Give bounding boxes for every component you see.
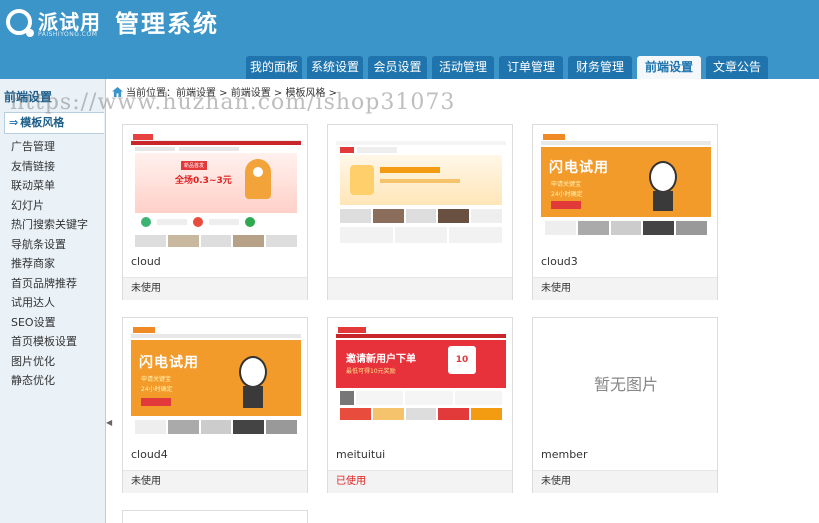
template-card[interactable]: [122, 510, 308, 523]
breadcrumb: 当前位置：前端设置 > 前端设置 > 模板风格 >: [112, 84, 337, 99]
flash-sub1: 申请关键宝: [141, 376, 172, 383]
template-status: 未使用: [533, 277, 717, 300]
app-title: 管理系统: [115, 10, 219, 38]
template-name: member: [541, 448, 588, 461]
arrow-right-icon: ⇒: [9, 116, 19, 129]
template-thumbnail: 闪电试用 申请关键宝 24小时确定: [541, 133, 711, 247]
template-thumbnail: 暂无图片: [541, 326, 711, 440]
flash-sub2: 24小时确定: [551, 191, 583, 198]
breadcrumb-text: 当前位置：前端设置 > 前端设置 > 模板风格 >: [126, 88, 338, 99]
template-card[interactable]: 闪电试用 申请关键宝 24小时确定 cloud4 未使用: [122, 317, 308, 493]
home-icon[interactable]: [112, 87, 123, 97]
flash-sub1: 申请关键宝: [551, 181, 582, 188]
sidebar-item-navbar-settings[interactable]: 导航条设置: [11, 235, 88, 255]
sidebar: 前端设置 ⇒ 模板风格 广告管理 友情链接 联动菜单 幻灯片 热门搜索关键字 导航…: [0, 79, 106, 523]
logo-icon: [6, 9, 34, 37]
template-status: [328, 277, 512, 300]
collapse-sidebar-icon[interactable]: ◀: [106, 415, 114, 431]
template-name: meituitui: [336, 448, 386, 461]
template-name: cloud: [131, 255, 161, 268]
sidebar-title: 前端设置: [4, 90, 53, 104]
sidebar-item-ads[interactable]: 广告管理: [11, 137, 88, 157]
template-status: 已使用: [328, 470, 512, 493]
logo[interactable]: 派试用 PAISHIYONG.COM: [6, 6, 106, 38]
template-thumbnail: [336, 133, 506, 247]
no-image-placeholder: 暂无图片: [593, 375, 658, 394]
template-status: 未使用: [123, 470, 307, 493]
template-thumbnail: 邀请新用户下单 最低可得10元奖励 10: [336, 326, 506, 440]
tab-activity-management[interactable]: 活动管理: [432, 56, 494, 79]
template-thumbnail: 闪电试用 申请关键宝 24小时确定: [131, 326, 301, 440]
tab-order-management[interactable]: 订单管理: [499, 56, 563, 79]
tab-member-settings[interactable]: 会员设置: [368, 56, 427, 79]
app-header: 派试用 PAISHIYONG.COM 管理系统 我的面板 系统设置 会员设置 活…: [0, 0, 819, 79]
tab-finance-management[interactable]: 财务管理: [568, 56, 632, 79]
flash-trial-text: 闪电试用: [139, 355, 199, 371]
sidebar-item-template-style[interactable]: ⇒ 模板风格: [4, 112, 104, 134]
template-thumbnail: 新品首发 全场0.3~3元: [131, 133, 301, 247]
sidebar-item-home-template[interactable]: 首页模板设置: [11, 332, 88, 352]
promo-text: 全场0.3~3元: [175, 176, 232, 186]
template-status: 未使用: [123, 277, 307, 300]
promo-tag: 新品首发: [181, 161, 208, 170]
main-nav-tabs: 我的面板 系统设置 会员设置 活动管理 订单管理 财务管理 前端设置 文章公告: [246, 56, 773, 79]
sidebar-list: 广告管理 友情链接 联动菜单 幻灯片 热门搜索关键字 导航条设置 推荐商家 首页…: [11, 137, 88, 391]
sidebar-item-hot-keywords[interactable]: 热门搜索关键字: [11, 215, 88, 235]
template-name: cloud3: [541, 255, 578, 268]
flash-sub2: 24小时确定: [141, 386, 173, 393]
sidebar-item-image-optimize[interactable]: 图片优化: [11, 352, 88, 372]
sidebar-item-brand-recommend[interactable]: 首页品牌推荐: [11, 274, 88, 294]
invite-text: 邀请新用户下单: [346, 354, 416, 365]
template-card[interactable]: 闪电试用 申请关键宝 24小时确定 cloud3 未使用: [532, 124, 718, 300]
tab-articles[interactable]: 文章公告: [706, 56, 768, 79]
template-card[interactable]: 暂无图片 member 未使用: [532, 317, 718, 493]
sidebar-item-linked-menu[interactable]: 联动菜单: [11, 176, 88, 196]
logo-subtext: PAISHIYONG.COM: [38, 31, 98, 38]
sidebar-item-label: 模板风格: [20, 116, 65, 129]
sidebar-item-static-optimize[interactable]: 静态优化: [11, 371, 88, 391]
sidebar-item-recommended-merchants[interactable]: 推荐商家: [11, 254, 88, 274]
sidebar-item-trial-experts[interactable]: 试用达人: [11, 293, 88, 313]
template-card[interactable]: 新品首发 全场0.3~3元 cloud 未使用: [122, 124, 308, 300]
template-name: cloud4: [131, 448, 168, 461]
sidebar-item-slideshow[interactable]: 幻灯片: [11, 196, 88, 216]
template-status: 未使用: [533, 470, 717, 493]
ten-badge: 10: [448, 346, 476, 374]
invite-subtext: 最低可得10元奖励: [346, 368, 396, 375]
tab-system-settings[interactable]: 系统设置: [307, 56, 363, 79]
sidebar-item-friend-links[interactable]: 友情链接: [11, 157, 88, 177]
template-card[interactable]: 邀请新用户下单 最低可得10元奖励 10 meituitui 已使用: [327, 317, 513, 493]
flash-trial-text: 闪电试用: [549, 160, 609, 176]
tab-frontend-settings[interactable]: 前端设置: [637, 56, 701, 79]
tab-dashboard[interactable]: 我的面板: [246, 56, 302, 79]
template-card[interactable]: [327, 124, 513, 300]
sidebar-item-seo[interactable]: SEO设置: [11, 313, 88, 333]
